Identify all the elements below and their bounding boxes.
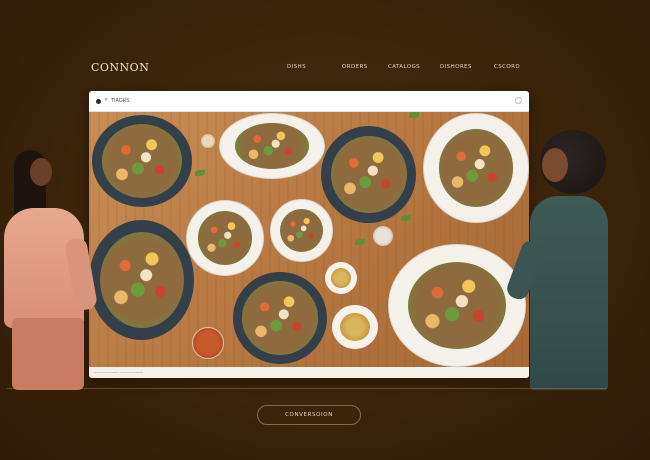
nav-item-catalogs[interactable]: CATALOGS — [388, 64, 420, 70]
browser-tab-title[interactable]: TIAGRS — [111, 98, 129, 104]
close-icon[interactable]: × — [104, 97, 108, 103]
salad-plate — [219, 113, 325, 179]
drink-glass — [192, 327, 224, 359]
window-control-icon[interactable] — [515, 97, 522, 104]
tomato-salad-plate — [186, 200, 264, 276]
browser-footer: —————— —————— — [89, 367, 529, 378]
nav-item-dishes[interactable]: DISHS — [287, 64, 306, 70]
woman-left-illustration — [0, 150, 110, 390]
nav-item-dishores[interactable]: DISHORES — [440, 64, 472, 70]
herb-leaf — [401, 215, 411, 221]
divider-line — [7, 388, 607, 389]
small-glass — [201, 134, 215, 148]
pizza-platter — [388, 244, 526, 367]
pasta-side-dish — [332, 305, 378, 349]
face — [542, 148, 568, 182]
caprese-bowl — [233, 272, 327, 364]
browser-window: × TIAGRS —————— —————— — [89, 91, 529, 378]
top-nav: DISHS ORDERS CATALOGS DISHORES CSCORD — [0, 64, 650, 74]
conversion-button[interactable]: CONVERSOION — [257, 405, 361, 425]
skirt — [12, 318, 84, 390]
small-cup — [373, 226, 393, 246]
food-table-image — [89, 112, 529, 367]
pastry-plate — [321, 126, 416, 223]
nav-item-orders[interactable]: ORDERS — [342, 64, 368, 70]
sauce-dish — [325, 262, 357, 294]
green-salad-plate — [270, 199, 333, 262]
nav-item-cscord[interactable]: CSCORD — [494, 64, 520, 70]
browser-titlebar: × TIAGRS — [89, 91, 529, 112]
herb-leaf — [195, 170, 205, 176]
woman-right-illustration — [504, 130, 612, 390]
menu-dot-icon[interactable] — [96, 99, 101, 104]
green-sweater — [530, 196, 608, 390]
face — [30, 158, 52, 186]
herb-leaf — [409, 112, 419, 118]
herb-leaf — [355, 239, 365, 245]
